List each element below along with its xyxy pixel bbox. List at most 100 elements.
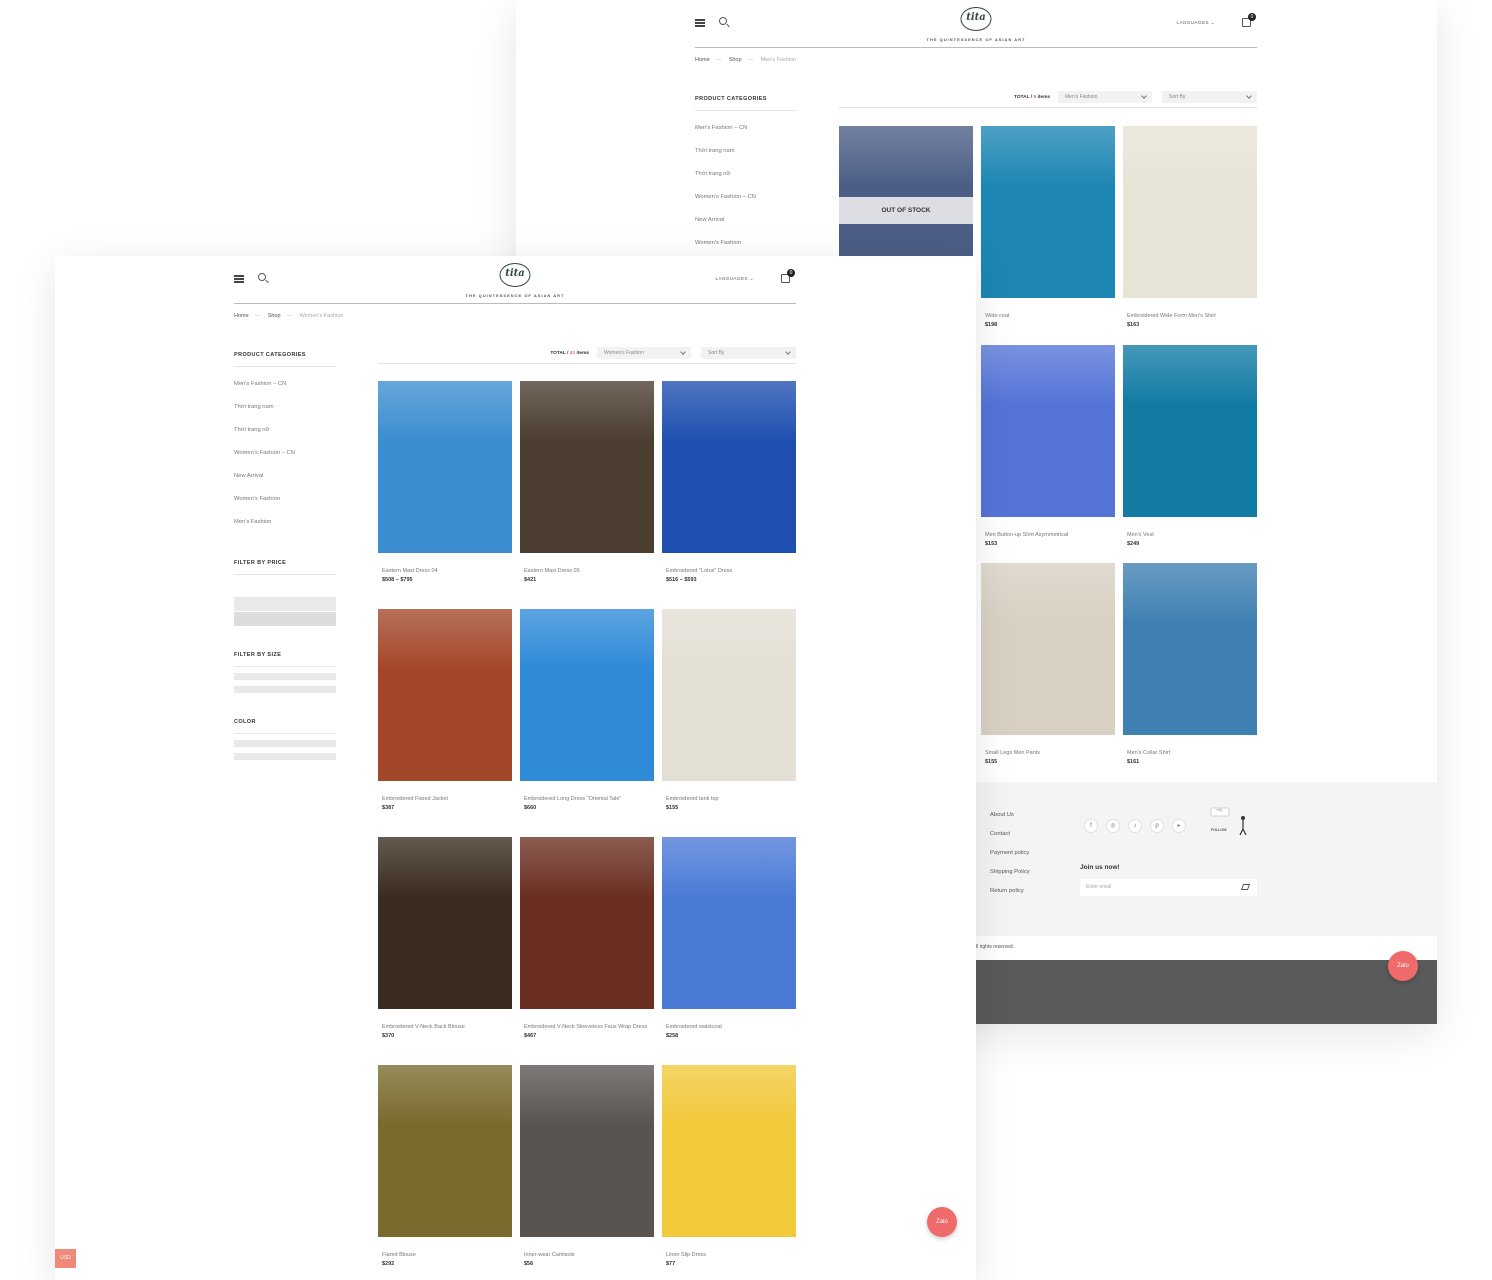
product-card[interactable]: Embroidered Wide Form Men's Shirt $163 xyxy=(1123,126,1257,329)
instagram-icon[interactable]: ◎ xyxy=(1106,819,1120,833)
sidebar-category[interactable]: Thời trang nữ xyxy=(695,163,797,186)
breadcrumb-home[interactable]: Home xyxy=(234,313,249,319)
product-name[interactable]: Embroidered waistcoat xyxy=(662,1023,796,1032)
product-image[interactable] xyxy=(1123,563,1257,735)
product-card[interactable]: Men's Collar Shirt $161 xyxy=(1123,563,1257,766)
product-name[interactable]: Wide coat xyxy=(981,312,1115,321)
sidebar-category[interactable]: New Arrival xyxy=(234,465,336,488)
product-card[interactable]: Men's Vest $249 xyxy=(1123,345,1257,548)
footer-link[interactable]: About Us xyxy=(990,812,1030,831)
product-image[interactable] xyxy=(981,126,1115,298)
footer-link[interactable]: Return policy xyxy=(990,888,1030,907)
zalo-chat-button[interactable]: Zalo xyxy=(1388,951,1418,981)
product-card[interactable]: Linen Slip Dress $77 xyxy=(662,1065,796,1268)
sidebar-category[interactable]: Women's Fashion xyxy=(695,232,797,255)
size-option-placeholder[interactable] xyxy=(234,673,336,680)
breadcrumb-shop[interactable]: Shop xyxy=(729,57,742,63)
color-option-placeholder[interactable] xyxy=(234,740,336,747)
product-card[interactable]: Embroidered "Lotus" Dress $516 – $593 xyxy=(662,381,796,584)
footer-link[interactable]: Payment policy xyxy=(990,850,1030,869)
facebook-icon[interactable]: f xyxy=(1084,819,1098,833)
product-image[interactable] xyxy=(520,837,654,1009)
product-image[interactable] xyxy=(662,381,796,553)
category-select[interactable]: Women's Fashion xyxy=(597,347,691,359)
product-image[interactable] xyxy=(662,609,796,781)
search-icon[interactable] xyxy=(258,273,266,281)
sidebar-category[interactable]: New Arrival xyxy=(695,209,797,232)
product-card[interactable]: Inner-wear Camisole $56 xyxy=(520,1065,654,1268)
product-name[interactable]: Eastern Maxi Dress 05 xyxy=(520,567,654,576)
product-image[interactable] xyxy=(378,837,512,1009)
product-image[interactable] xyxy=(520,1065,654,1237)
product-name[interactable]: Embroidered tank top xyxy=(662,795,796,804)
product-card[interactable]: Flared Blouse $292 xyxy=(378,1065,512,1268)
footer-link[interactable]: Shipping Policy xyxy=(990,869,1030,888)
product-card[interactable]: Embroidered waistcoat $258 xyxy=(662,837,796,1040)
product-image[interactable] xyxy=(662,837,796,1009)
category-select[interactable]: Men's Fashion xyxy=(1058,91,1152,103)
product-image[interactable] xyxy=(981,563,1115,735)
product-image[interactable] xyxy=(520,381,654,553)
product-name[interactable]: Embroidered "Lotus" Dress xyxy=(662,567,796,576)
sidebar-category[interactable]: Thời trang nam xyxy=(695,140,797,163)
breadcrumb-shop[interactable]: Shop xyxy=(268,313,281,319)
cart-icon[interactable]: 0 xyxy=(1242,13,1256,27)
product-image[interactable] xyxy=(378,1065,512,1237)
product-name[interactable]: Embroidered V-Neck Sleeveless Faux Wrap … xyxy=(520,1023,654,1032)
product-image[interactable] xyxy=(1123,126,1257,298)
site-logo[interactable]: tita xyxy=(960,7,992,31)
product-name[interactable]: Embroidered Flared Jacket xyxy=(378,795,512,804)
menu-icon[interactable] xyxy=(695,19,705,27)
product-name[interactable]: Embroidered Long Dress "Oriental Tale" xyxy=(520,795,654,804)
product-card[interactable]: Small Legs Men Pants $155 xyxy=(981,563,1115,766)
product-card[interactable]: Men Button-up Shirt Asymmetrical $153 xyxy=(981,345,1115,548)
product-name[interactable]: Embroidered Wide Form Men's Shirt xyxy=(1123,312,1257,321)
product-name[interactable]: Men's Collar Shirt xyxy=(1123,749,1257,758)
product-name[interactable]: Eastern Maxi Dress 04 xyxy=(378,567,512,576)
languages-dropdown[interactable]: LANGUAGES ⌄ xyxy=(715,276,754,282)
sort-select[interactable]: Sort By xyxy=(701,347,796,359)
product-image[interactable] xyxy=(378,609,512,781)
tiktok-icon[interactable]: ♪ xyxy=(1128,819,1142,833)
product-name[interactable]: Men Button-up Shirt Asymmetrical xyxy=(981,531,1115,540)
product-image[interactable] xyxy=(1123,345,1257,517)
site-logo[interactable]: tita xyxy=(499,263,531,287)
product-card[interactable]: Embroidered Flared Jacket $387 xyxy=(378,609,512,812)
search-icon[interactable] xyxy=(719,17,727,25)
product-image[interactable] xyxy=(981,345,1115,517)
color-option-placeholder[interactable] xyxy=(234,753,336,760)
price-filter-button-placeholder[interactable] xyxy=(234,612,336,626)
product-card[interactable]: Eastern Maxi Dress 04 $508 – $795 xyxy=(378,381,512,584)
product-card[interactable]: Embroidered Long Dress "Oriental Tale" $6… xyxy=(520,609,654,812)
sidebar-category[interactable]: Women's Fashion – CN xyxy=(695,186,797,209)
breadcrumb-home[interactable]: Home xyxy=(695,57,710,63)
currency-switcher[interactable]: USD xyxy=(55,1249,76,1268)
email-input[interactable]: Enter email xyxy=(1080,879,1257,896)
pinterest-icon[interactable]: p xyxy=(1150,819,1164,833)
sidebar-category[interactable]: Thời trang nữ xyxy=(234,419,336,442)
sidebar-category[interactable]: Men's Fashion – CN xyxy=(695,117,797,140)
zalo-chat-button[interactable]: Zalo xyxy=(927,1207,957,1237)
product-card[interactable]: Embroidered V-Neck Back Blouse $370 xyxy=(378,837,512,1040)
product-image[interactable] xyxy=(662,1065,796,1237)
product-name[interactable]: Small Legs Men Pants xyxy=(981,749,1115,758)
product-card[interactable]: Embroidered V-Neck Sleeveless Faux Wrap … xyxy=(520,837,654,1040)
product-image[interactable] xyxy=(520,609,654,781)
sidebar-category[interactable]: Men's Fashion – CN xyxy=(234,373,336,396)
product-name[interactable]: Flared Blouse xyxy=(378,1251,512,1260)
product-name[interactable]: Embroidered V-Neck Back Blouse xyxy=(378,1023,512,1032)
product-card[interactable]: Wide coat $198 xyxy=(981,126,1115,329)
sidebar-category[interactable]: Women's Fashion – CN xyxy=(234,442,336,465)
sidebar-category[interactable]: Thời trang nam xyxy=(234,396,336,419)
price-slider-placeholder[interactable] xyxy=(234,597,336,611)
languages-dropdown[interactable]: LANGUAGES ⌄ xyxy=(1176,20,1215,26)
product-name[interactable]: Linen Slip Dress xyxy=(662,1251,796,1260)
footer-link[interactable]: Contact xyxy=(990,831,1030,850)
youtube-icon[interactable]: ▸ xyxy=(1172,819,1186,833)
size-option-placeholder[interactable] xyxy=(234,686,336,693)
sidebar-category[interactable]: Women's Fashion xyxy=(234,488,336,511)
sort-select[interactable]: Sort By xyxy=(1162,91,1257,103)
product-name[interactable]: Inner-wear Camisole xyxy=(520,1251,654,1260)
product-name[interactable]: Men's Vest xyxy=(1123,531,1257,540)
product-image[interactable] xyxy=(378,381,512,553)
